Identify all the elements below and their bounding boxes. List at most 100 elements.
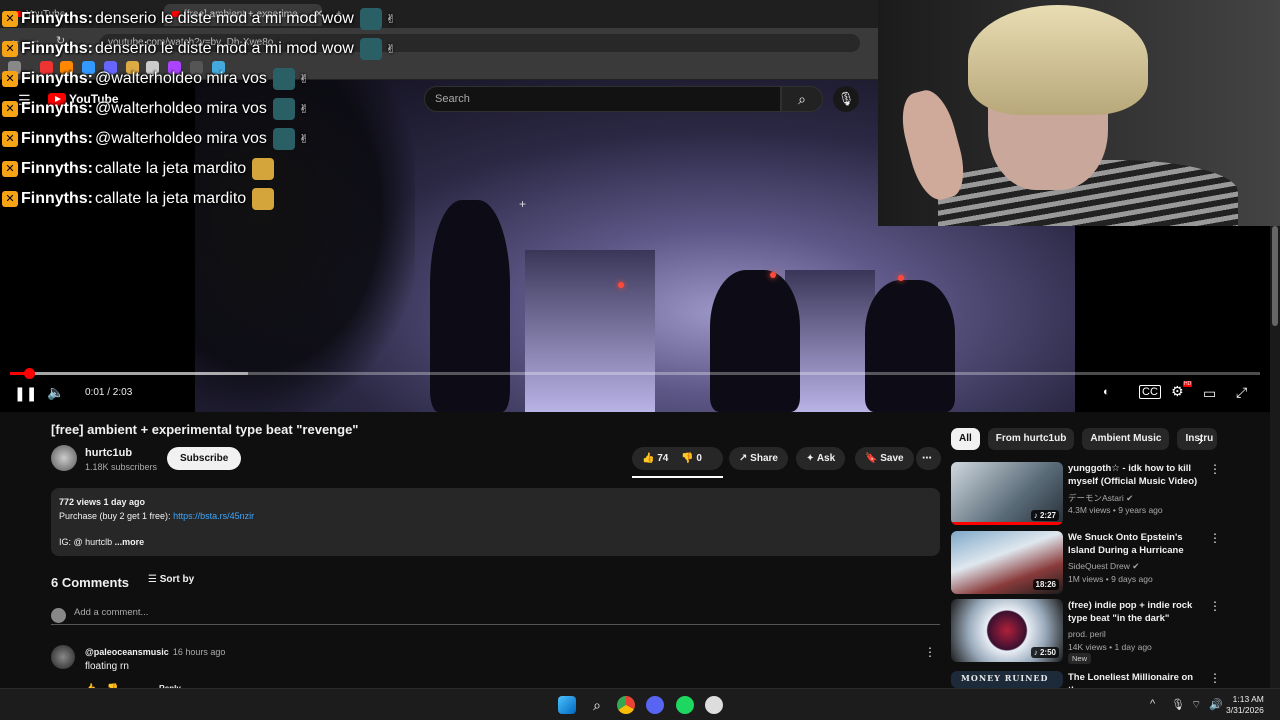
search-icon: ⌕ [798,91,806,107]
chrome-icon[interactable] [617,696,635,714]
recommendation-menu-icon[interactable]: ⋮ [1209,599,1221,613]
chip-from-channel[interactable]: From hurtc1ub [987,428,1075,450]
add-comment-input[interactable]: Add a comment... [51,607,940,625]
like-dislike-group: 👍 74 👎 0 [632,447,723,470]
taskbar-search-icon[interactable]: ⌕ [588,696,606,714]
save-button[interactable]: 🔖 Save [855,447,914,470]
tray-mic-icon[interactable]: 🎙 [1171,698,1185,711]
chat-text: @walterholdeo mira vos [95,70,267,87]
windows-start-icon[interactable] [558,696,576,714]
search-button[interactable]: ⌕ [781,86,823,112]
chat-badge-icon: ✕ [2,131,18,147]
recommendation-menu-icon[interactable]: ⋮ [1209,462,1221,476]
scrollbar-thumb[interactable] [1272,226,1278,326]
recommendation-channel[interactable]: prod. peril [1068,629,1106,639]
page-scrollbar[interactable] [1270,226,1280,688]
obs-icon[interactable] [705,696,723,714]
more-horizontal-icon: ⋯ [922,453,932,464]
recommendation-item[interactable]: MONEY RUINED The Loneliest Millionaire o… [951,671,1223,688]
chat-overlay: ✕ Finnyths: denserio le diste mod a mi mod… [2,4,396,214]
comment-author[interactable]: @paleoceansmusic [85,647,169,657]
recommendation-meta: 1M views • 9 days ago [1068,574,1153,584]
progress-scrubber[interactable] [23,368,35,379]
chat-username: Finnyths: [21,190,93,207]
spotify-icon[interactable] [676,696,694,714]
cursor-crosshair-icon: + [519,197,527,211]
show-more-link[interactable]: ...more [115,537,145,547]
chat-emote-icon [272,98,295,120]
voice-search-button[interactable]: 🎙 [833,86,859,112]
more-actions-button[interactable]: ⋯ [916,447,941,470]
chat-emote-icon: ✌ [385,12,396,26]
chat-text: callate la jeta mardito [95,190,247,207]
subscribe-button[interactable]: Subscribe [167,447,242,470]
video-thumbnail[interactable]: ♪ 2:27 [951,462,1063,525]
volume-icon[interactable]: 🔈 [47,384,64,401]
search-input[interactable]: Search [424,86,781,112]
thumbs-down-icon: 👎 [681,453,694,464]
recommendation-title[interactable]: We Snuck Onto Epstein's Island During a … [1068,531,1208,557]
pause-icon[interactable]: ❚❚ [14,385,37,402]
autoplay-toggle-icon[interactable]: ◐ [1103,386,1110,398]
chat-username: Finnyths: [21,130,93,147]
chat-emote-icon: ✌ [298,132,309,146]
subscriber-count: 1.18K subscribers [85,462,158,472]
sort-by-button[interactable]: ☰ Sort by [148,574,194,585]
description-box[interactable]: 772 views 1 day ago Purchase (buy 2 get … [51,488,940,556]
chevron-right-icon[interactable]: › [1198,432,1203,448]
recommendation-title[interactable]: (free) indie pop + indie rock type beat … [1068,599,1208,625]
video-thumbnail[interactable]: 18:26 [951,531,1063,594]
progress-buffered [10,372,248,375]
chat-emote-icon: ✌ [298,102,309,116]
chat-emote-icon [272,128,295,150]
comment-text: floating rn [85,661,129,672]
chat-username: Finnyths: [21,10,93,27]
channel-avatar[interactable] [51,445,77,471]
recommendation-menu-icon[interactable]: ⋮ [1209,671,1221,685]
chat-username: Finnyths: [21,100,93,117]
chat-message: ✕ Finnyths: callate la jeta mardito [2,184,396,214]
new-badge: New [1068,653,1092,664]
recommendation-title[interactable]: The Loneliest Millionaire on the [1068,671,1208,688]
comment-menu-icon[interactable]: ⋮ [924,645,936,659]
chat-emote-icon [359,38,382,60]
chat-emote-icon: ✌ [385,42,396,56]
music-note-icon: ♪ [1033,648,1038,657]
dislike-button[interactable]: 👎 0 [681,453,702,464]
view-count: 772 views 1 day ago [59,497,146,507]
recommendation-channel[interactable]: デーモンAstari ✔ [1068,492,1133,504]
red-light [618,282,624,288]
progress-bar[interactable] [10,368,1260,379]
tray-chevron-icon[interactable]: ^ [1150,698,1155,710]
share-icon: ↗ [739,453,748,464]
recommendation-item[interactable]: ♪ 2:50 (free) indie pop + indie rock typ… [951,599,1223,664]
recommendation-item[interactable]: 18:26 We Snuck Onto Epstein's Island Dur… [951,531,1223,595]
system-clock[interactable]: 1:13 AM 3/31/2026 [1226,694,1264,716]
recommendation-menu-icon[interactable]: ⋮ [1209,531,1221,545]
thumbs-up-icon: 👍 [642,453,655,464]
chip-all[interactable]: All [951,428,980,450]
recommendation-channel[interactable]: SideQuest Drew ✔ [1068,561,1139,572]
like-button[interactable]: 👍 74 [642,453,668,464]
recommendation-title[interactable]: yunggoth☆ - idk how to kill myself (Offi… [1068,462,1208,488]
share-button[interactable]: ↗ Share [729,447,788,470]
chat-badge-icon: ✕ [2,161,18,177]
recommendation-item[interactable]: ♪ 2:27 yunggoth☆ - idk how to kill mysel… [951,462,1223,526]
theater-mode-icon[interactable]: ▭ [1203,385,1216,402]
settings-gear-icon[interactable]: ⚙ [1171,383,1184,400]
chip-ambient-music[interactable]: Ambient Music [1082,428,1170,450]
wifi-icon[interactable]: ⌔ [1191,698,1201,712]
ask-button[interactable]: ✦ Ask [796,447,846,470]
fullscreen-icon[interactable]: ⤢ [1236,384,1247,401]
channel-name[interactable]: hurtc1ub [85,447,132,459]
commenter-avatar[interactable] [51,645,75,669]
red-light [770,272,776,278]
speaker-icon[interactable]: 🔊 [1209,698,1223,711]
chat-emote-icon [359,8,382,30]
captions-icon[interactable]: CC [1139,385,1161,399]
video-thumbnail[interactable]: MONEY RUINED [951,671,1063,688]
video-thumbnail[interactable]: ♪ 2:50 [951,599,1063,662]
chat-emote-icon [272,68,295,90]
purchase-link[interactable]: https://bsta.rs/45nzir [173,511,254,521]
discord-icon[interactable] [646,696,664,714]
